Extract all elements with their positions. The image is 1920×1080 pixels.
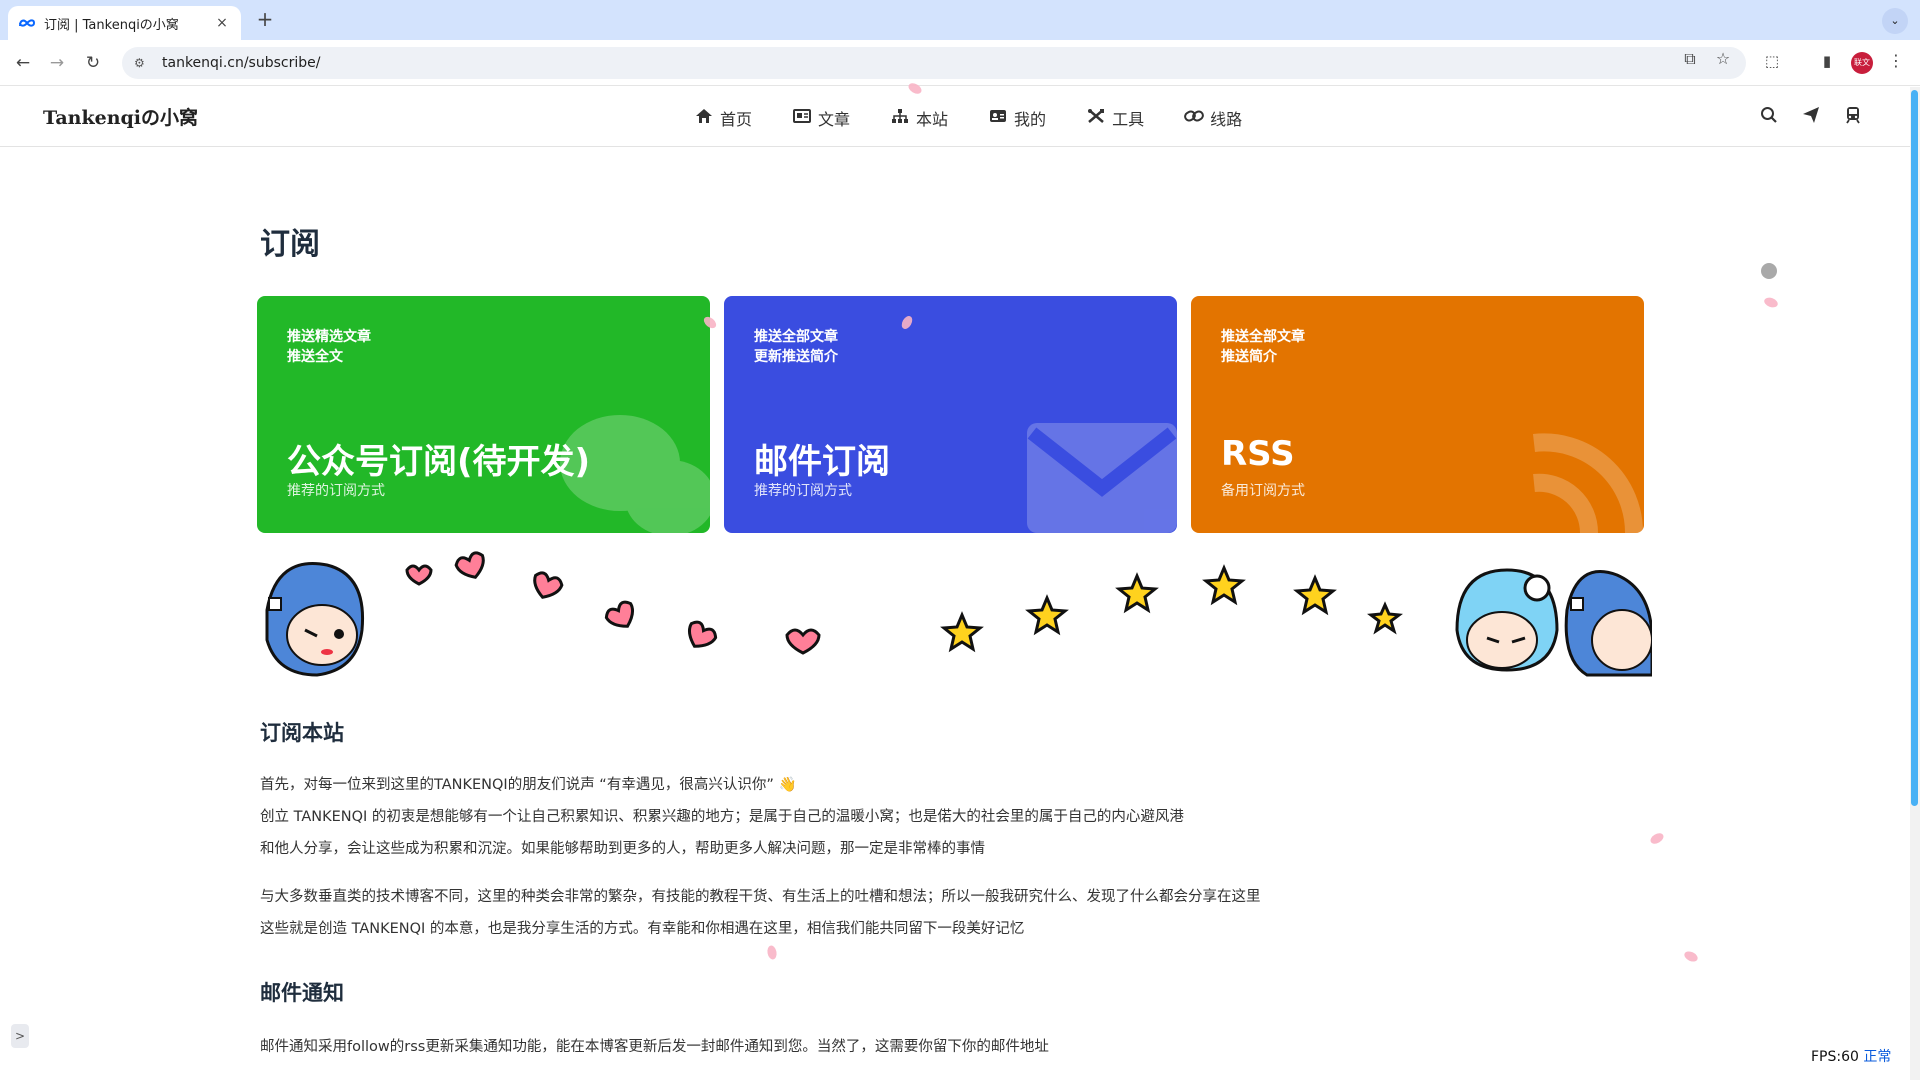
nav-routes[interactable]: 线路 — [1184, 106, 1242, 130]
nav-label: 工具 — [1112, 110, 1145, 129]
intro-paragraph-line: 这些就是创造 TANKENQI 的本意，也是我分享生活的方式。有幸能和你相遇在这… — [260, 921, 1025, 937]
tab-search-button[interactable]: ⌄ — [1882, 8, 1908, 34]
nav-home[interactable]: 首页 — [694, 106, 752, 130]
section-title-subscribe: 订阅本站 — [260, 721, 344, 745]
card-tag: 推送全部文章 — [754, 329, 838, 345]
rss-icon — [1533, 433, 1644, 533]
nav-label: 我的 — [1014, 110, 1047, 129]
wechat-subscribe-card[interactable]: 推送精选文章 推送全文 公众号订阅(待开发) 推荐的订阅方式 — [257, 296, 710, 533]
nav-label: 本站 — [916, 110, 949, 129]
card-subtitle: 推荐的订阅方式 — [287, 483, 385, 499]
card-tag: 推送全文 — [287, 349, 343, 365]
install-app-icon[interactable]: ⧉ — [1678, 49, 1702, 69]
url-text[interactable]: tankenqi.cn/subscribe/ — [162, 55, 320, 71]
home-icon — [694, 108, 714, 128]
back-button[interactable]: ← — [10, 50, 36, 76]
nav-label: 线路 — [1210, 110, 1243, 129]
envelope-icon — [1027, 423, 1177, 533]
intro-paragraph-line: 创立 TANKENQI 的初衷是想能够有一个让自己积累知识、积累兴趣的地方；是属… — [260, 809, 1184, 825]
section-title-email-notice: 邮件通知 — [260, 981, 344, 1005]
page-title: 订阅 — [260, 227, 320, 262]
decorative-banner-illustration — [265, 551, 1652, 677]
search-icon[interactable] — [1758, 106, 1780, 129]
sidebar-toggle-button[interactable]: > — [11, 1024, 29, 1048]
card-tag: 推送精选文章 — [287, 329, 371, 345]
nav-label: 文章 — [818, 110, 851, 129]
card-tag: 推送全部文章 — [1221, 329, 1305, 345]
intro-paragraph-line: 和他人分享，会让这些成为积累和沉淀。如果能够帮助到更多的人，帮助更多人解决问题，… — [260, 841, 985, 857]
sakura-petal-icon — [766, 944, 778, 961]
browser-toolbar: ← → ↻ ⚙ tankenqi.cn/subscribe/ ⧉ ☆ ⬚ ▮ 联… — [0, 40, 1920, 86]
card-title: 邮件订阅 — [754, 442, 890, 482]
nav-tools[interactable]: 工具 — [1086, 106, 1144, 130]
sakura-petal-icon — [1648, 831, 1666, 846]
nav-mine[interactable]: 我的 — [988, 106, 1046, 130]
rss-subscribe-card[interactable]: 推送全部文章 推送简介 RSS 备用订阅方式 — [1191, 296, 1644, 533]
fps-status: 正常 — [1863, 1049, 1892, 1065]
id-card-icon — [988, 108, 1008, 128]
wechat-icon — [560, 415, 710, 533]
site-header: Tankenqiの小窝 首页 文章 本站 我的 工具 线路 — [0, 87, 1910, 147]
card-subtitle: 推荐的订阅方式 — [754, 483, 852, 499]
browser-tab-bar: 订阅 | Tankenqiの小窝 × + ⌄ — [0, 0, 1920, 40]
site-info-icon[interactable]: ⚙ — [134, 56, 154, 70]
side-panel-icon[interactable]: ▮ — [1815, 52, 1839, 70]
send-icon[interactable] — [1800, 106, 1822, 129]
tab-title: 订阅 | Tankenqiの小窝 — [44, 17, 179, 33]
book-icon — [792, 108, 812, 128]
train-icon[interactable] — [1842, 106, 1864, 129]
sakura-petal-icon — [1682, 949, 1700, 964]
nav-articles[interactable]: 文章 — [792, 106, 850, 130]
new-tab-button[interactable]: + — [253, 8, 277, 32]
browser-tab[interactable]: 订阅 | Tankenqiの小窝 × — [8, 6, 241, 40]
profile-avatar[interactable]: 联文 — [1851, 52, 1873, 74]
fps-indicator: FPS:60 正常 — [1811, 1046, 1891, 1066]
tab-close-icon[interactable]: × — [213, 15, 231, 31]
card-tag: 更新推送简介 — [754, 349, 838, 365]
meta-favicon-icon — [18, 17, 36, 29]
nav-site[interactable]: 本站 — [890, 106, 948, 130]
link-icon — [1184, 108, 1204, 128]
site-nav: 首页 文章 本站 我的 工具 线路 — [694, 106, 1282, 130]
site-brand[interactable]: Tankenqiの小窝 — [43, 103, 198, 130]
tools-icon — [1086, 108, 1106, 128]
sitemap-icon — [890, 108, 910, 128]
address-bar[interactable]: ⚙ tankenqi.cn/subscribe/ — [122, 47, 1746, 79]
sakura-petal-icon — [1762, 295, 1780, 310]
card-subtitle: 备用订阅方式 — [1221, 483, 1305, 499]
forward-button[interactable]: → — [44, 50, 70, 76]
browser-menu-icon[interactable]: ⋮ — [1888, 51, 1904, 70]
card-tag: 推送简介 — [1221, 349, 1277, 365]
card-title: RSS — [1221, 434, 1295, 474]
page-scrollbar-thumb[interactable] — [1911, 90, 1918, 806]
intro-paragraph-line: 与大多数垂直类的技术博客不同，这里的种类会非常的繁杂，有技能的教程干货、有生活上… — [260, 889, 1261, 905]
reload-button[interactable]: ↻ — [80, 50, 106, 76]
extensions-icon[interactable]: ⬚ — [1760, 52, 1784, 70]
nav-label: 首页 — [720, 110, 753, 129]
email-notice-paragraph: 邮件通知采用follow的rss更新采集通知功能，能在本博客更新后发一封邮件通知… — [260, 1039, 1049, 1055]
floating-gray-dot — [1761, 263, 1777, 279]
fps-label: FPS:60 — [1811, 1049, 1859, 1065]
bookmark-star-icon[interactable]: ☆ — [1711, 49, 1735, 68]
email-subscribe-card[interactable]: 推送全部文章 更新推送简介 邮件订阅 推荐的订阅方式 — [724, 296, 1177, 533]
intro-paragraph-line: 首先，对每一位来到这里的TANKENQI的朋友们说声 “有幸遇见，很高兴认识你”… — [260, 777, 797, 793]
